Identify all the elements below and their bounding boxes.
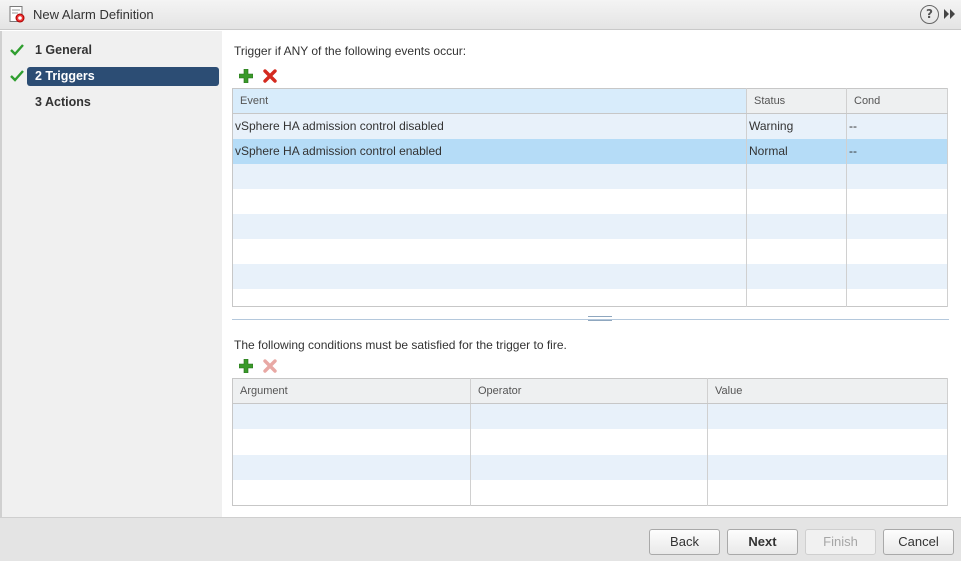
- alarm-definition-icon: [9, 6, 25, 23]
- cond-cell[interactable]: --: [846, 138, 948, 164]
- cancel-button[interactable]: Cancel: [883, 529, 954, 555]
- conditions-table: Argument Operator Value: [232, 378, 948, 506]
- help-icon[interactable]: ?: [920, 5, 939, 24]
- delete-x-icon[interactable]: [263, 69, 277, 83]
- step-label: 3 Actions: [35, 95, 91, 109]
- splitter-grip-handle[interactable]: [588, 316, 612, 321]
- plus-icon[interactable]: [239, 69, 253, 83]
- step-label: 1 General: [35, 43, 92, 57]
- triggers-prompt: Trigger if ANY of the following events o…: [234, 44, 467, 58]
- wizard-step-triggers[interactable]: 2 Triggers: [27, 67, 219, 86]
- column-header-argument[interactable]: Argument: [232, 378, 471, 404]
- column-header-value[interactable]: Value: [707, 378, 948, 404]
- checkmark-icon: [10, 44, 24, 56]
- next-button[interactable]: Next: [727, 529, 798, 555]
- wizard-steps-sidebar: 1 General 2 Triggers 3 Actions: [0, 31, 222, 517]
- column-header-operator[interactable]: Operator: [470, 378, 708, 404]
- empty-row: [232, 188, 948, 214]
- column-header-status[interactable]: Status: [746, 88, 847, 114]
- delete-x-icon: [263, 359, 277, 373]
- event-cell[interactable]: vSphere HA admission control enabled: [232, 138, 747, 164]
- panel-splitter[interactable]: [232, 316, 949, 321]
- expand-arrows-icon[interactable]: [943, 8, 957, 20]
- status-cell[interactable]: Warning: [746, 113, 847, 139]
- triggers-table: Event Status Cond vSphere HA admission c…: [232, 88, 948, 307]
- dialog-title: New Alarm Definition: [33, 7, 154, 22]
- empty-row: [232, 480, 948, 506]
- step-label: 2 Triggers: [35, 69, 95, 83]
- wizard-step-actions[interactable]: 3 Actions: [27, 93, 219, 112]
- cond-cell[interactable]: --: [846, 113, 948, 139]
- finish-button: Finish: [805, 529, 876, 555]
- plus-icon[interactable]: [239, 359, 253, 373]
- empty-row: [232, 263, 948, 289]
- triggers-panel: Trigger if ANY of the following events o…: [222, 31, 961, 517]
- dialog-footer: Back Next Finish Cancel: [0, 517, 961, 561]
- conditions-prompt: The following conditions must be satisfi…: [234, 338, 567, 352]
- table-row[interactable]: vSphere HA admission control disabled Wa…: [232, 113, 948, 139]
- column-header-cond[interactable]: Cond: [846, 88, 948, 114]
- event-cell[interactable]: vSphere HA admission control disabled: [232, 113, 747, 139]
- empty-row: [232, 454, 948, 480]
- empty-row: [232, 429, 948, 455]
- empty-row: [232, 163, 948, 189]
- empty-row: [232, 238, 948, 264]
- back-button[interactable]: Back: [649, 529, 720, 555]
- wizard-step-general[interactable]: 1 General: [27, 41, 219, 60]
- column-header-event[interactable]: Event: [232, 88, 747, 114]
- empty-row: [232, 288, 948, 307]
- checkmark-icon: [10, 70, 24, 82]
- table-row[interactable]: vSphere HA admission control enabled Nor…: [232, 138, 948, 164]
- dialog-title-bar: New Alarm Definition ?: [0, 0, 961, 30]
- empty-row: [232, 213, 948, 239]
- status-cell[interactable]: Normal: [746, 138, 847, 164]
- empty-row: [232, 403, 948, 429]
